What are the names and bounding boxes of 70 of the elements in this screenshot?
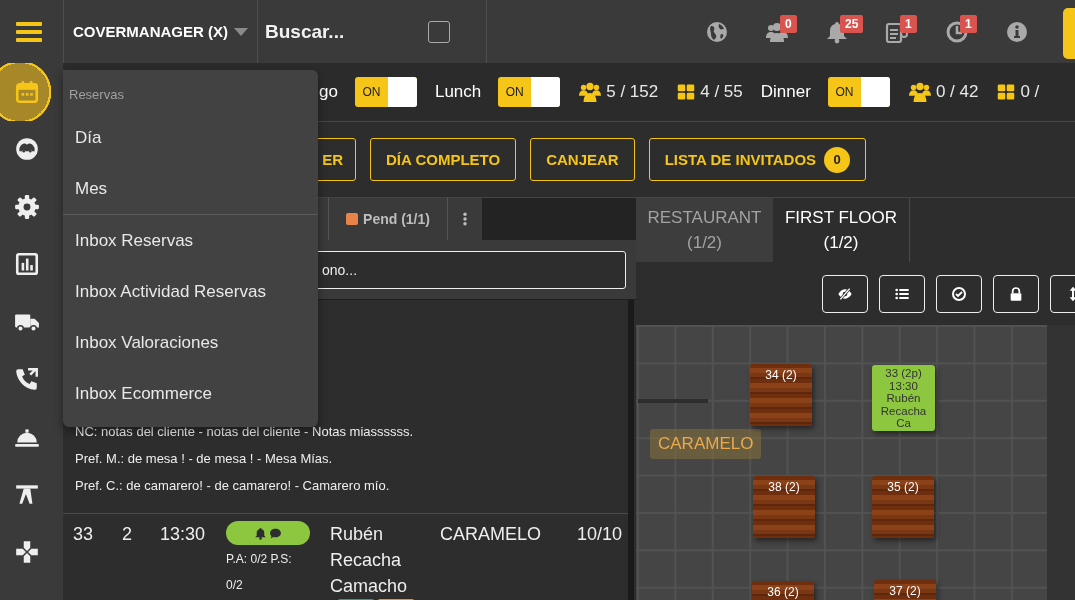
menu-item[interactable]: Inbox Valoraciones xyxy=(63,317,318,368)
tool-button[interactable] xyxy=(879,274,925,313)
people-icon xyxy=(579,81,602,103)
tables-count: 0 / xyxy=(1020,82,1040,102)
covers-count: 5 / 152 xyxy=(606,82,659,102)
chart-icon xyxy=(13,251,40,278)
action-button[interactable]: DÍA COMPLETO xyxy=(370,138,517,181)
service-toggle[interactable]: ON xyxy=(827,77,890,107)
count-badge: 1 xyxy=(960,14,977,33)
menu-item[interactable]: Inbox Ecommerce xyxy=(63,368,318,419)
floor-table[interactable]: 38 (2) xyxy=(753,476,815,538)
guest-name: Rubén Recacha Camacho xyxy=(330,523,409,598)
floor-table[interactable]: 34 (2) xyxy=(750,364,812,426)
notification-button[interactable]: 1 xyxy=(867,11,927,52)
notification-button[interactable]: 0 xyxy=(747,11,807,52)
globe-icon xyxy=(705,19,729,44)
reservation-date: 10/10 xyxy=(577,523,623,546)
count-badge: 0 xyxy=(780,14,797,33)
tool-button[interactable] xyxy=(822,274,868,313)
payment-status: P.A: 0/2 P.S: 0/2 xyxy=(226,551,293,594)
floor-tab[interactable]: RESTAURANT (1/2) xyxy=(636,198,773,262)
reservation-time: 13:30 xyxy=(160,523,207,546)
caret-icon xyxy=(234,27,248,36)
face-icon xyxy=(13,136,40,163)
info-icon xyxy=(1005,19,1029,44)
covers-count: 0 / 42 xyxy=(935,82,979,102)
speech-bubble-icon xyxy=(269,526,282,540)
tool-button[interactable] xyxy=(936,274,982,313)
bell-icon xyxy=(254,526,267,540)
note-text: Pref. C.: de camarero! - de camarero! - Camarero mío. xyxy=(75,477,391,495)
menu-heading: Reservas xyxy=(68,86,125,104)
menu-icon xyxy=(15,21,42,42)
action-button[interactable]: CANJEAR xyxy=(530,138,635,181)
service-name: go xyxy=(319,82,338,102)
table-number: 33 xyxy=(73,523,95,546)
notification-button[interactable]: 1 xyxy=(927,11,987,52)
status-pill[interactable] xyxy=(226,521,310,545)
tables-count: 4 / 55 xyxy=(700,82,743,102)
scrollbar[interactable] xyxy=(628,300,634,600)
floor-table[interactable]: 35 (2) xyxy=(872,476,934,538)
floor-tab[interactable]: FIRST FLOOR (1/2) xyxy=(773,198,910,262)
service-toggle[interactable]: ON xyxy=(498,77,561,107)
count-badge: 0 xyxy=(824,146,851,173)
zone-label: CARAMELO xyxy=(650,429,762,459)
service-name: Lunch xyxy=(434,82,482,102)
hidden-eye-icon xyxy=(837,285,853,302)
calendar-icon xyxy=(13,78,40,105)
service-toggle[interactable]: ON xyxy=(354,77,417,107)
gear-icon xyxy=(13,193,40,220)
count-badge: 25 xyxy=(840,14,864,33)
checkbox[interactable] xyxy=(428,20,450,43)
action-button[interactable]: LISTA DE INVITADOS 0 xyxy=(648,138,867,181)
check-circle-icon xyxy=(951,285,967,302)
zone-name: CARAMELO xyxy=(440,523,543,546)
floor-table[interactable]: 36 (2) xyxy=(752,581,814,600)
note-text: Pref. M.: de mesa ! - de mesa ! - Mesa Mías. xyxy=(75,450,334,468)
floor-table[interactable]: 37 (2) xyxy=(874,580,936,600)
floor-table[interactable]: 33 (2p) 13:30 Rubén Recacha Ca xyxy=(872,365,935,431)
guest-count: 2 xyxy=(122,523,133,546)
grid-icon xyxy=(997,83,1016,101)
tool-button[interactable] xyxy=(993,274,1039,313)
note-text: NC: notas del cliente - notas del cliente - Notas miassssss. xyxy=(75,423,415,441)
notification-button[interactable]: 25 xyxy=(807,11,867,52)
people-icon xyxy=(908,81,931,103)
phone-icon xyxy=(13,366,40,393)
service-name: Dinner xyxy=(760,82,811,102)
count-badge: 1 xyxy=(900,14,917,33)
lock-icon xyxy=(1008,285,1024,302)
search-field[interactable]: Buscar... xyxy=(265,16,420,47)
grid-icon xyxy=(677,83,696,101)
